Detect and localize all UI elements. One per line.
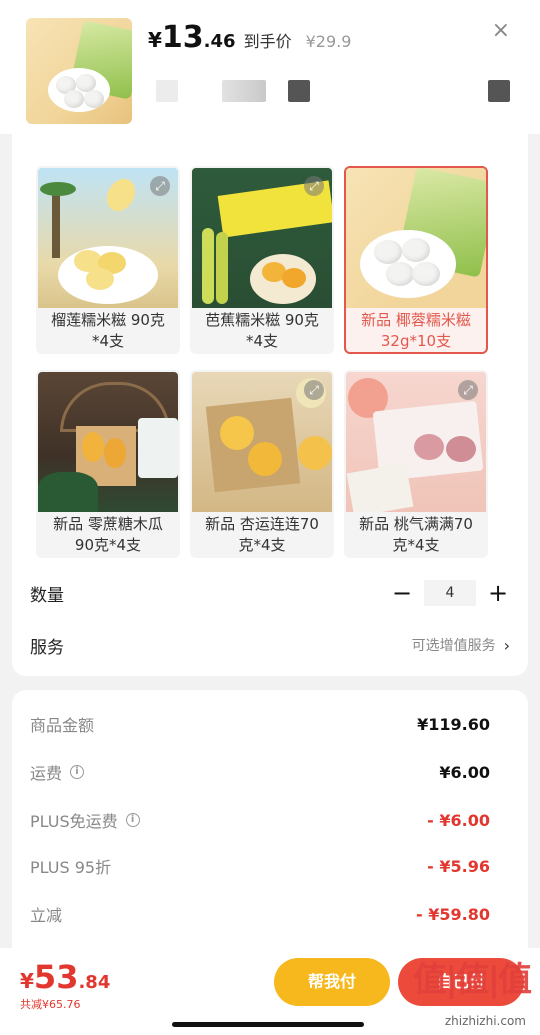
variant-panel: ⤢ 榴莲糯米糍 90克*4支 ⤢ 芭蕉糯米糍 90克*4支 新品 椰蓉糯米糍32…: [12, 134, 528, 676]
plus-button[interactable]: +: [486, 581, 510, 605]
original-price: ¥29.9: [305, 32, 352, 51]
blurred-icon: [222, 80, 266, 102]
amount-row: PLUS 95折 - ¥5.96: [30, 854, 490, 878]
zoom-icon[interactable]: ⤢: [150, 176, 170, 196]
variant-card[interactable]: ⤢ 新品 桃气满满70克*4支: [344, 370, 488, 558]
total-integer: 53: [33, 958, 79, 996]
amount-value: - ¥5.96: [427, 856, 490, 876]
watermark-logo: 值|值|值: [413, 960, 532, 1000]
zoom-icon[interactable]: ⤢: [304, 380, 324, 400]
info-icon[interactable]: i: [70, 765, 85, 779]
minus-button[interactable]: −: [390, 581, 414, 605]
amount-label: 运费: [30, 764, 63, 783]
amount-value: ¥6.00: [439, 762, 490, 782]
variant-card[interactable]: 新品 零蔗糖木瓜 90克*4支: [36, 370, 180, 558]
amount-label: 商品金额: [30, 716, 95, 735]
zoom-icon[interactable]: ⤢: [304, 176, 324, 196]
variant-card[interactable]: ⤢ 榴莲糯米糍 90克*4支: [36, 166, 180, 354]
quantity-stepper: − 4 +: [390, 580, 510, 606]
service-row[interactable]: 服务 可选增值服务 ›: [30, 628, 510, 662]
price-integer: 13: [161, 20, 204, 55]
amount-row: 商品金额 ¥119.60: [30, 712, 490, 736]
close-icon[interactable]: ×: [492, 20, 510, 42]
blurred-icon: [156, 80, 178, 102]
variant-label: 芭蕉糯米糍 90克*4支: [205, 311, 319, 350]
chevron-right-icon: ›: [503, 635, 510, 655]
watermark-url: zhizhizhi.com: [444, 1014, 526, 1028]
amount-breakdown: 商品金额 ¥119.60 运费 i ¥6.00 PLUS免运费 i - ¥6.00 …: [12, 690, 528, 960]
service-value: 可选增值服务: [411, 638, 496, 654]
variant-card[interactable]: ⤢ 新品 杏运连连70克*4支: [190, 370, 334, 558]
variant-label: 新品 椰蓉糯米糍32g*10支: [361, 311, 471, 350]
checkout-bar: ¥ 53 .84 共减¥65.76 帮我付 自己付 值|值|值 zhizhizh…: [0, 948, 540, 1035]
quantity-input[interactable]: 4: [424, 580, 476, 606]
amount-value: ¥119.60: [417, 714, 490, 734]
amount-value: - ¥59.80: [416, 904, 490, 924]
deal-price: ¥ 13 .46 到手价 ¥29.9: [148, 20, 351, 55]
total-saved: 共减¥65.76: [20, 998, 81, 1011]
price-symbol: ¥: [148, 28, 162, 52]
variant-label: 榴莲糯米糍 90克*4支: [51, 311, 165, 350]
total-symbol: ¥: [20, 969, 34, 993]
amount-label: PLUS 95折: [30, 858, 112, 877]
variant-label: 新品 杏运连连70克*4支: [205, 515, 319, 554]
total-decimal: .84: [78, 972, 111, 993]
amount-value: - ¥6.00: [427, 810, 490, 830]
blurred-icon: [288, 80, 310, 102]
amount-row: PLUS免运费 i - ¥6.00: [30, 808, 490, 832]
total-price: ¥ 53 .84: [20, 958, 110, 996]
home-indicator[interactable]: [172, 1022, 364, 1027]
variant-label: 新品 零蔗糖木瓜 90克*4支: [53, 515, 163, 554]
amount-label: PLUS免运费: [30, 812, 118, 831]
product-header: ¥ 13 .46 到手价 ¥29.9 ×: [0, 0, 540, 134]
price-tag-label: 到手价: [243, 32, 292, 51]
quantity-label: 数量: [30, 585, 64, 606]
variant-card-selected[interactable]: 新品 椰蓉糯米糍32g*10支: [344, 166, 488, 354]
help-pay-button[interactable]: 帮我付: [274, 958, 390, 1006]
variant-card[interactable]: ⤢ 芭蕉糯米糍 90克*4支: [190, 166, 334, 354]
price-decimal: .46: [203, 31, 236, 52]
quantity-row: 数量 − 4 +: [30, 576, 510, 610]
variant-label: 新品 桃气满满70克*4支: [359, 515, 473, 554]
blurred-icon: [488, 80, 510, 102]
zoom-icon[interactable]: ⤢: [458, 380, 478, 400]
service-label: 服务: [30, 637, 64, 658]
info-icon[interactable]: i: [125, 813, 140, 827]
product-thumbnail: [26, 18, 132, 124]
amount-row: 运费 i ¥6.00: [30, 760, 490, 784]
amount-row: 立减 - ¥59.80: [30, 902, 490, 926]
amount-label: 立减: [30, 906, 63, 925]
